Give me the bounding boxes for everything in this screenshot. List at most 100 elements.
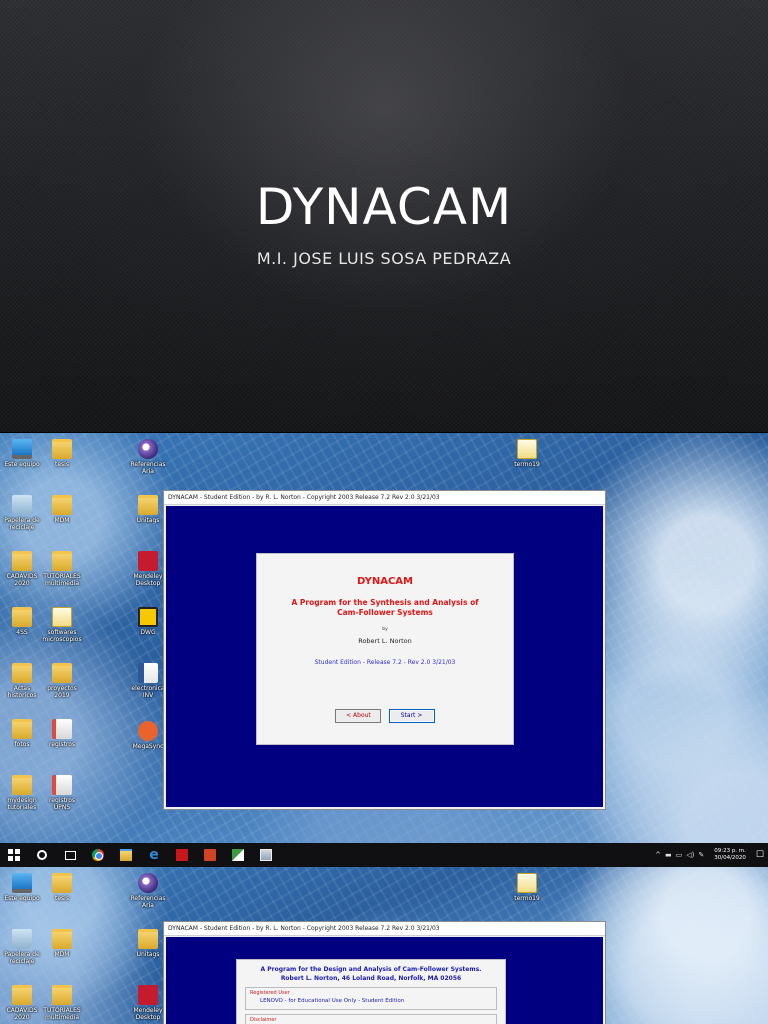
- desktop-icon-tutoriales[interactable]: TUTORIALES multimedia: [40, 551, 84, 587]
- window-titlebar[interactable]: DYNACAM - Student Edition - by R. L. Nor…: [164, 922, 605, 936]
- task-view-button[interactable]: [56, 843, 84, 867]
- folder-icon: [12, 719, 32, 739]
- window-client-area: A Program for the Design and Analysis of…: [166, 937, 603, 1024]
- task-view-icon: [64, 850, 76, 860]
- volume-icon[interactable]: ◁): [686, 851, 694, 859]
- taskbar-clock[interactable]: 09:23 p. m. 30/04/2020: [714, 848, 746, 862]
- start-button[interactable]: Start >: [388, 709, 435, 723]
- desktop-icon-softwares[interactable]: softwares microscopios: [40, 607, 84, 643]
- folder-icon: [52, 607, 72, 627]
- desktop-icon-label: termo19: [514, 895, 540, 902]
- desktop-icon-este-equipo[interactable]: Este equipo: [0, 439, 44, 468]
- desktop-icon-cadavids[interactable]: CADAVIDS 2020: [0, 551, 44, 587]
- desktop-icon-proyectos[interactable]: proyectos 2019: [40, 663, 84, 699]
- desktop-icon-label: termo19: [514, 461, 540, 468]
- desktop-icon-tesis[interactable]: tesis: [40, 873, 84, 902]
- title-slide: DYNACAM M.I. JOSE LUIS SOSA PEDRAZA: [0, 0, 768, 432]
- pc-icon: [12, 439, 32, 459]
- splash-panel: DYNACAM A Program for the Synthesis and …: [256, 553, 514, 745]
- folder-icon: [517, 439, 537, 459]
- desktop-icon-este-equipo[interactable]: Este equipo: [0, 873, 44, 902]
- taskbar-powerpoint[interactable]: [196, 843, 224, 867]
- desktop-icon-registros-upns[interactable]: registros UPNS: [40, 775, 84, 811]
- folder-icon: [52, 495, 72, 515]
- desktop-icon-label: Este equipo: [4, 895, 40, 902]
- desktop-icon-label: CADAVIDS 2020: [6, 573, 38, 587]
- desktop-icon-label: fotos: [14, 741, 30, 748]
- word-icon: [138, 663, 158, 683]
- search-button[interactable]: [28, 843, 56, 867]
- document-icon: [52, 775, 72, 795]
- folder-icon: [138, 929, 158, 949]
- splash-buttons: < About Start >: [257, 702, 513, 723]
- start-button-taskbar[interactable]: [0, 843, 28, 867]
- mendeley-icon: [138, 985, 158, 1005]
- onenote-icon: [232, 849, 244, 861]
- disclaimer-box: Disclaimer: [245, 1014, 497, 1024]
- folder-icon: [138, 495, 158, 515]
- about-button[interactable]: < About: [335, 709, 382, 723]
- desktop-icon-tesis[interactable]: tesis: [40, 439, 84, 468]
- desktop-icon-papelera[interactable]: Papelera de reciclaje: [0, 495, 44, 531]
- folder-icon: [52, 551, 72, 571]
- app-icon: [260, 849, 272, 861]
- registered-user-value: LENOVO - for Educational Use Only - Stud…: [260, 998, 405, 1004]
- folder-icon: [12, 775, 32, 795]
- network-icon[interactable]: ▬: [665, 851, 672, 859]
- folder-icon: [52, 439, 72, 459]
- search-icon: [37, 850, 47, 860]
- splash-title: DYNACAM: [357, 576, 413, 587]
- desktop-icon-tutoriales[interactable]: TUTORIALES multimedia: [40, 985, 84, 1021]
- splash-subtitle: A Program for the Synthesis and Analysis…: [291, 598, 479, 617]
- taskbar-app[interactable]: [252, 843, 280, 867]
- desktop-icon-label: Actas historicos: [7, 685, 37, 699]
- chevron-up-icon[interactable]: ^: [655, 851, 661, 859]
- battery-icon[interactable]: ▭: [676, 851, 683, 859]
- taskbar-edge[interactable]: e: [140, 843, 168, 867]
- desktop-icon-4ss[interactable]: 4SS: [0, 607, 44, 636]
- desktop-icon-mdm[interactable]: MDM: [40, 495, 84, 524]
- taskbar-chrome[interactable]: [84, 843, 112, 867]
- desktop-icon-referencias[interactable]: Referencias Aria: [126, 873, 170, 909]
- desktop-icon-termo19[interactable]: termo19: [505, 439, 549, 468]
- desktop-icon-label: Referencias Aria: [130, 895, 166, 909]
- about-title-line1: A Program for the Design and Analysis of…: [260, 966, 482, 973]
- desktop-icon-papelera[interactable]: Papelera de reciclaje: [0, 929, 44, 965]
- desktop-icon-mdm[interactable]: MDM: [40, 929, 84, 958]
- desktop-icon-label: MDM: [54, 951, 70, 958]
- desktop-icon-label: MDM: [54, 517, 70, 524]
- desktop-screenshot-1: Este equipo tesis Papelera de reciclaje …: [0, 433, 768, 867]
- desktop-icon-termo19[interactable]: termo19: [505, 873, 549, 902]
- pen-icon[interactable]: ✎: [698, 851, 704, 859]
- folder-icon: [12, 663, 32, 683]
- notifications-icon[interactable]: ☐: [756, 850, 764, 860]
- taskbar-onenote[interactable]: [224, 843, 252, 867]
- dynacam-window[interactable]: DYNACAM - Student Edition - by R. L. Nor…: [163, 490, 606, 810]
- taskbar-file-explorer[interactable]: [112, 843, 140, 867]
- file-explorer-icon: [120, 849, 132, 861]
- recycle-bin-icon: [12, 929, 32, 949]
- desktop-icon-label: registros: [48, 741, 76, 748]
- acrobat-icon: [176, 849, 188, 861]
- desktop-icon-label: TUTORIALES multimedia: [43, 573, 81, 587]
- desktop-icon-label: tesis: [55, 461, 69, 468]
- powerpoint-icon: [204, 849, 216, 861]
- taskbar-acrobat[interactable]: [168, 843, 196, 867]
- chrome-icon: [92, 849, 104, 861]
- desktop-icon-referencias[interactable]: Referencias Aria: [126, 439, 170, 475]
- dwg-icon: [138, 607, 158, 627]
- folder-icon: [12, 551, 32, 571]
- desktop-screenshot-2: Este equipo tesis Papelera de reciclaje …: [0, 867, 768, 1024]
- folder-icon: [12, 985, 32, 1005]
- desktop-icon-fotos[interactable]: fotos: [0, 719, 44, 748]
- desktop-icon-actas[interactable]: Actas historicos: [0, 663, 44, 699]
- registered-user-label: Registered User: [250, 990, 290, 996]
- desktop-icon-registros[interactable]: registros: [40, 719, 84, 748]
- dynacam-window[interactable]: DYNACAM - Student Edition - by R. L. Nor…: [163, 921, 606, 1024]
- clock-time: 09:23 p. m.: [714, 848, 746, 854]
- desktop-icon-mydesign[interactable]: mydesign tutoriales: [0, 775, 44, 811]
- desktop-icon-label: proyectos 2019: [47, 685, 77, 699]
- window-titlebar[interactable]: DYNACAM - Student Edition - by R. L. Nor…: [164, 491, 605, 505]
- desktop-icon-cadavids[interactable]: CADAVIDS 2020: [0, 985, 44, 1021]
- edge-icon: e: [149, 847, 159, 863]
